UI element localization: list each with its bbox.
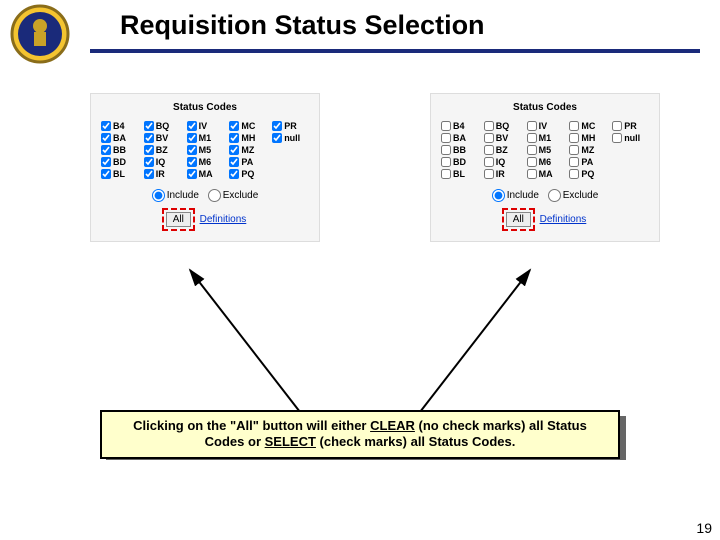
status-code-checkbox[interactable]: PQ [229,169,266,179]
status-code-checkbox[interactable]: BL [441,169,478,179]
status-code-checkbox[interactable]: MZ [229,145,266,155]
definitions-link[interactable]: Definitions [538,213,589,226]
slide-title: Requisition Status Selection [0,10,720,41]
status-code-checkbox[interactable]: MH [569,133,606,143]
panel-title: Status Codes [101,102,309,113]
status-code-checkbox[interactable]: null [272,133,309,143]
status-code-checkbox[interactable]: BD [101,157,138,167]
status-code-checkbox[interactable]: B4 [441,121,478,131]
status-code-checkbox[interactable]: PA [229,157,266,167]
include-exclude-group: Include Exclude [101,189,309,202]
status-code-checkbox[interactable]: BV [144,133,181,143]
all-button[interactable]: All [166,212,191,227]
status-code-checkbox[interactable]: BQ [144,121,181,131]
status-code-checkbox[interactable]: MA [527,169,564,179]
status-code-checkbox[interactable]: BL [101,169,138,179]
status-code-checkbox[interactable]: IR [144,169,181,179]
status-code-checkbox[interactable]: MH [229,133,266,143]
exclude-radio[interactable]: Exclude [548,190,599,201]
status-codes-panel-checked: Status Codes B4 BQ IV MC PR BA BV M1 MH null BB BZ M… [90,93,320,242]
status-code-checkbox[interactable]: IQ [144,157,181,167]
status-code-checkbox[interactable]: M5 [187,145,224,155]
exclude-radio[interactable]: Exclude [208,190,259,201]
status-code-empty [272,145,309,155]
status-code-empty [612,145,649,155]
all-button-highlight: All [502,208,535,231]
status-code-checkbox[interactable]: PR [272,121,309,131]
status-code-checkbox[interactable]: IQ [484,157,521,167]
explanation-callout: Clicking on the "All" button will either… [100,410,620,459]
status-code-checkbox[interactable]: M5 [527,145,564,155]
include-exclude-group: Include Exclude [441,189,649,202]
status-code-checkbox[interactable]: IR [484,169,521,179]
definitions-link[interactable]: Definitions [198,213,249,226]
status-code-empty [612,157,649,167]
status-code-checkbox[interactable]: BZ [144,145,181,155]
status-code-checkbox[interactable]: M6 [187,157,224,167]
status-code-checkbox[interactable]: BZ [484,145,521,155]
all-button[interactable]: All [506,212,531,227]
status-code-checkbox[interactable]: IV [527,121,564,131]
include-radio[interactable]: Include [152,190,199,201]
status-code-empty [272,157,309,167]
status-code-checkbox[interactable]: PR [612,121,649,131]
status-code-checkbox[interactable]: IV [187,121,224,131]
status-code-checkbox[interactable]: BB [441,145,478,155]
status-code-checkbox[interactable]: BV [484,133,521,143]
status-code-checkbox[interactable]: BA [101,133,138,143]
status-code-checkbox[interactable]: BD [441,157,478,167]
status-code-checkbox[interactable]: M6 [527,157,564,167]
status-code-checkbox[interactable]: BA [441,133,478,143]
status-code-checkbox[interactable]: MC [229,121,266,131]
status-code-empty [272,169,309,179]
status-code-checkbox[interactable]: PA [569,157,606,167]
status-codes-panel-unchecked: Status Codes B4 BQ IV MC PR BA BV M1 MH null BB BZ M… [430,93,660,242]
status-code-checkbox[interactable]: BB [101,145,138,155]
status-code-checkbox[interactable]: MA [187,169,224,179]
status-code-checkbox[interactable]: MZ [569,145,606,155]
status-code-checkbox[interactable]: MC [569,121,606,131]
status-code-checkbox[interactable]: M1 [187,133,224,143]
panel-title: Status Codes [441,102,649,113]
include-radio[interactable]: Include [492,190,539,201]
all-button-highlight: All [162,208,195,231]
status-code-checkbox[interactable]: BQ [484,121,521,131]
status-code-checkbox[interactable]: M1 [527,133,564,143]
status-code-empty [612,169,649,179]
status-code-checkbox[interactable]: null [612,133,649,143]
page-number: 19 [696,520,712,536]
status-code-checkbox[interactable]: PQ [569,169,606,179]
status-code-checkbox[interactable]: B4 [101,121,138,131]
